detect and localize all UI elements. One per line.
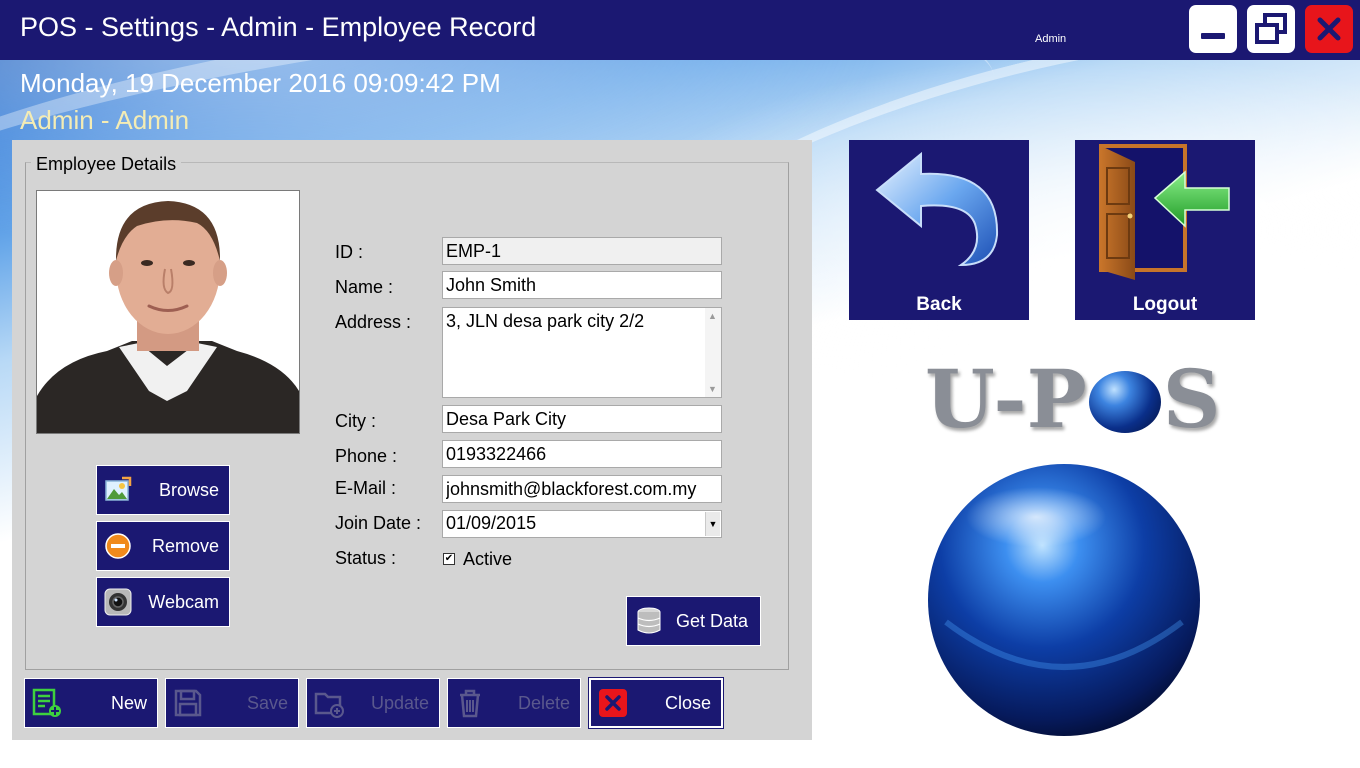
- join-date-picker[interactable]: 01/09/2015 ▼: [442, 510, 722, 538]
- restore-icon: [1255, 13, 1287, 44]
- employee-panel: Employee Details Browse Remove Webcam ID…: [12, 140, 812, 740]
- logo-text-right: S: [1162, 352, 1221, 446]
- update-button[interactable]: Update: [306, 678, 440, 728]
- remove-button[interactable]: Remove: [96, 521, 230, 571]
- employee-photo: [36, 190, 300, 434]
- delete-label: Delete: [517, 692, 570, 713]
- webcam-label: Webcam: [148, 591, 219, 612]
- logo-text-left: U-P: [925, 352, 1087, 446]
- restore-button[interactable]: [1247, 5, 1295, 53]
- close-icon: [596, 686, 630, 720]
- address-label: Address :: [335, 312, 412, 332]
- group-title: Employee Details: [31, 154, 182, 175]
- minus-circle-icon: [103, 531, 133, 561]
- join-date-value: 01/09/2015: [446, 513, 537, 533]
- user-role-line: Admin - Admin: [20, 105, 190, 135]
- webcam-button[interactable]: Webcam: [96, 577, 230, 627]
- back-arrow-icon: [875, 151, 999, 267]
- new-button[interactable]: New: [24, 678, 158, 728]
- city-field[interactable]: [442, 405, 722, 433]
- current-user-label: Admin: [1035, 33, 1067, 45]
- trash-icon: [453, 686, 487, 720]
- close-icon: [1317, 17, 1341, 41]
- close-label: Close: [664, 692, 711, 713]
- remove-label: Remove: [151, 535, 219, 556]
- status-label: Status :: [335, 548, 397, 568]
- address-scrollbar[interactable]: ▲ ▼: [705, 308, 721, 397]
- logout-label: Logout: [1132, 294, 1198, 315]
- id-label: ID :: [335, 242, 364, 262]
- browse-button[interactable]: Browse: [96, 465, 230, 515]
- active-checkbox[interactable]: ✔: [443, 553, 455, 565]
- back-button[interactable]: Back: [849, 140, 1029, 320]
- name-field[interactable]: [442, 271, 722, 299]
- minimize-icon: [1201, 33, 1225, 39]
- logout-door-icon: [1099, 144, 1230, 280]
- delete-button[interactable]: Delete: [447, 678, 581, 728]
- update-label: Update: [370, 692, 429, 713]
- minimize-button[interactable]: [1189, 5, 1237, 53]
- logo-orb-letter: [1088, 371, 1161, 433]
- address-field[interactable]: 3, JLN desa park city 2/2 ▲ ▼: [442, 307, 722, 398]
- id-field[interactable]: [442, 237, 722, 265]
- upos-orb-logo: [928, 464, 1200, 736]
- address-value: 3, JLN desa park city 2/2: [446, 311, 645, 331]
- window-title: POS - Settings - Admin - Employee Record: [20, 12, 537, 42]
- chevron-down-icon[interactable]: ▼: [705, 512, 720, 536]
- logout-button[interactable]: Logout: [1075, 140, 1255, 320]
- city-label: City :: [335, 411, 377, 431]
- join-date-label: Join Date :: [335, 513, 422, 533]
- phone-label: Phone :: [335, 446, 398, 466]
- save-button[interactable]: Save: [165, 678, 299, 728]
- active-checkbox-label: Active: [463, 549, 513, 569]
- get-data-button[interactable]: Get Data: [626, 596, 761, 646]
- browse-label: Browse: [158, 479, 219, 500]
- phone-field[interactable]: [442, 440, 722, 468]
- database-icon: [635, 606, 663, 636]
- new-label: New: [110, 692, 147, 713]
- upos-logo: U-P S: [925, 352, 1221, 446]
- image-icon: [103, 475, 133, 505]
- new-document-icon: [30, 686, 64, 720]
- email-label: E-Mail :: [335, 478, 397, 498]
- folder-add-icon: [312, 686, 346, 720]
- back-label: Back: [916, 294, 962, 315]
- email-field[interactable]: [442, 475, 722, 503]
- get-data-label: Get Data: [675, 610, 748, 631]
- save-icon: [171, 686, 205, 720]
- close-button[interactable]: Close: [588, 677, 724, 729]
- name-label: Name :: [335, 277, 394, 297]
- title-bar: POS - Settings - Admin - Employee Record…: [0, 0, 1360, 60]
- webcam-icon: [103, 587, 133, 617]
- current-datetime: Monday, 19 December 2016 09:09:42 PM: [20, 68, 501, 98]
- window-close-button[interactable]: [1305, 5, 1353, 53]
- save-label: Save: [246, 692, 288, 713]
